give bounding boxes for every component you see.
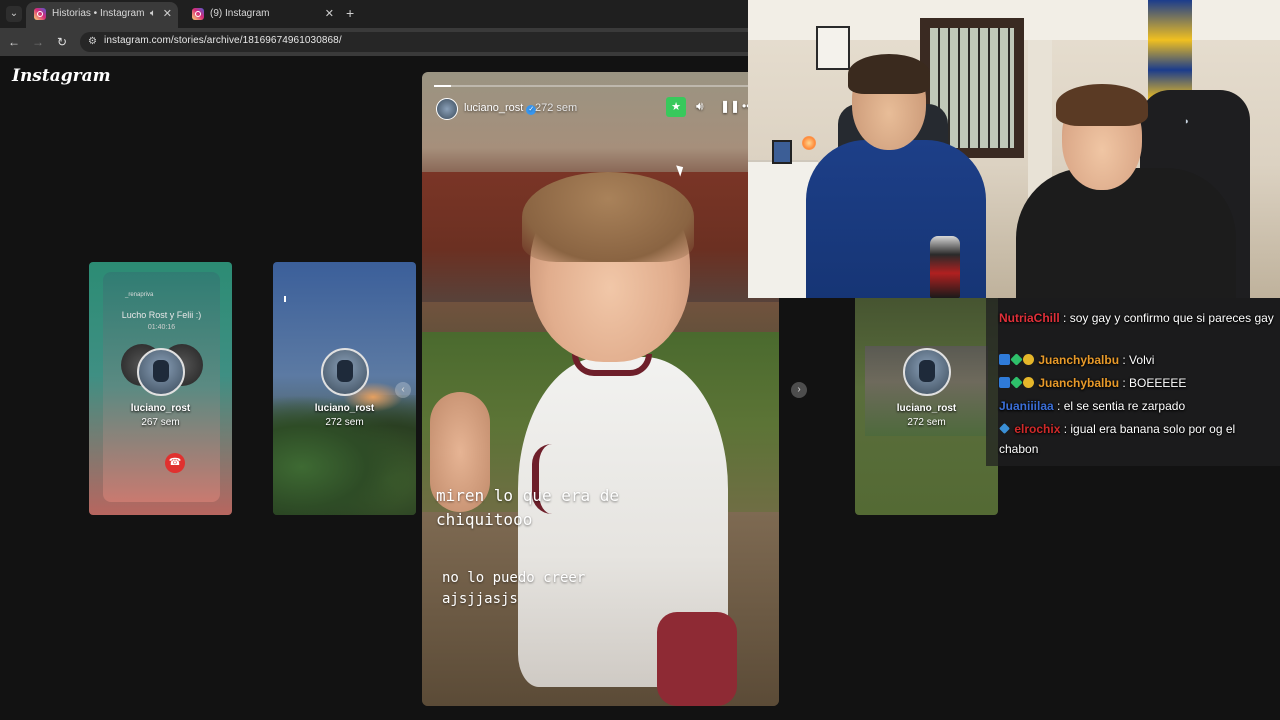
archived-story-card[interactable]: luciano_rost 272 sem xyxy=(855,262,998,515)
cam-person-right-shirt xyxy=(1016,168,1236,298)
cam-door-frame xyxy=(1028,40,1052,200)
tab-close-icon[interactable]: ✕ xyxy=(325,2,334,26)
story-photo-pants xyxy=(657,612,737,706)
chat-username: Juanchybalbu xyxy=(1038,353,1120,367)
moderator-badge-icon xyxy=(999,354,1010,365)
story-age: 272 sem xyxy=(907,417,946,428)
story-caption-secondary: no lo puedo creer ajsjjasjs xyxy=(442,570,586,607)
star-badge-icon xyxy=(1010,353,1023,366)
cam-bottle xyxy=(930,236,960,298)
story-avatar xyxy=(136,348,185,396)
cam-person-right-hair xyxy=(1056,84,1148,126)
story-photo-child-hair xyxy=(522,172,694,262)
chat-message: Juaniiilaa : el se sentia re zarpado xyxy=(999,399,1186,413)
chat-message: NutriaChill : soy gay y confirmo que si … xyxy=(999,311,1274,325)
moderator-badge-icon xyxy=(999,377,1010,388)
story-username: luciano_rost xyxy=(130,403,191,414)
call-top-label: _renapriva xyxy=(125,292,154,298)
url-text: instagram.com/stories/archive/1816967496… xyxy=(104,35,342,46)
story-username: luciano_rost xyxy=(314,403,375,414)
hangup-phone-icon: ☎ xyxy=(165,453,185,473)
new-tab-plus-icon[interactable]: + xyxy=(346,5,354,21)
tab-audio-icon[interactable]: 🔈︎ xyxy=(150,2,156,26)
story-avatar xyxy=(320,348,369,396)
story-progress-fill xyxy=(434,85,451,87)
call-duration: 01:40:16 xyxy=(147,324,176,331)
close-friends-star-icon[interactable]: ★ xyxy=(666,97,686,117)
screen: ⌄ Historias • Instagram 🔈︎ ✕ (9) Instagr… xyxy=(0,0,1280,720)
story-avatar xyxy=(902,348,951,396)
tab-title: Historias • Instagram xyxy=(52,8,145,19)
pause-icon[interactable]: ❚❚ xyxy=(720,99,740,113)
story-age: 272 sem xyxy=(325,417,364,428)
tab-instagram[interactable]: (9) Instagram ✕ xyxy=(184,2,340,28)
browser-tab-bar: ⌄ Historias • Instagram 🔈︎ ✕ (9) Instagr… xyxy=(0,0,748,28)
chat-text: el se sentia re zarpado xyxy=(1063,399,1186,413)
address-bar[interactable]: ⚙︎ instagram.com/stories/archive/1816967… xyxy=(80,32,748,52)
cube-badge-icon xyxy=(999,423,1010,434)
cam-picture-frame xyxy=(772,140,792,164)
pause-indicator-icon xyxy=(284,296,286,302)
stream-chat-overlay: NutriaChill : soy gay y confirmo que si … xyxy=(986,298,1280,466)
tab-close-icon[interactable]: ✕ xyxy=(163,2,172,26)
coin-badge-icon xyxy=(1023,377,1034,388)
cam-lamp xyxy=(802,136,816,150)
next-story-chevron-right-icon[interactable]: › xyxy=(791,382,807,398)
previous-story-chevron-left-icon[interactable]: ‹ xyxy=(395,382,411,398)
chat-text: soy gay y confirmo que si pareces gay xyxy=(1069,311,1274,325)
story-username-text: luciano_rost xyxy=(464,102,524,114)
tab-title: (9) Instagram xyxy=(210,8,270,19)
star-badge-icon xyxy=(1010,376,1023,389)
story-header-age: 272 sem xyxy=(535,102,578,114)
volume-speaker-icon[interactable]: 🔊︎ xyxy=(696,99,704,114)
chat-message: Juanchybalbu : BOEEEEE xyxy=(999,373,1277,393)
webcam-overlay: ◗ xyxy=(748,0,1280,298)
site-info-icon[interactable]: ⚙︎ xyxy=(88,36,97,47)
cam-person-left-hair xyxy=(848,54,930,94)
archived-story-card[interactable]: _renapriva Lucho Rost y Felii :) 01:40:1… xyxy=(89,262,232,515)
tab-historias-instagram[interactable]: Historias • Instagram 🔈︎ ✕ xyxy=(26,2,178,28)
story-header-username[interactable]: luciano_rost ✓ xyxy=(464,102,537,115)
coin-badge-icon xyxy=(1023,354,1034,365)
chat-username: NutriaChill xyxy=(999,311,1060,325)
forward-arrow-icon[interactable]: → xyxy=(30,34,46,50)
story-age: 267 sem xyxy=(141,417,180,428)
reload-icon[interactable]: ↻ xyxy=(54,34,70,50)
chat-text: BOEEEEE xyxy=(1129,376,1187,390)
chat-username: Juanchybalbu xyxy=(1038,376,1120,390)
chat-username: Juaniiilaa xyxy=(999,399,1054,413)
cam-flag-poster xyxy=(1148,0,1192,100)
story-header-avatar[interactable] xyxy=(436,98,458,120)
instagram-favicon-icon xyxy=(192,8,204,20)
chair-logo-icon: ◗ xyxy=(1184,116,1190,126)
chat-message: elrochix : igual era banana solo por og … xyxy=(999,422,1236,456)
instagram-logo[interactable]: Instagram xyxy=(12,66,111,86)
chat-username: elrochix xyxy=(1014,422,1061,436)
story-progress-bar xyxy=(434,85,767,87)
call-title: Lucho Rost y Felii :) xyxy=(121,310,202,320)
chat-message: Juanchybalbu : Volvi xyxy=(999,350,1277,370)
story-username: luciano_rost xyxy=(896,403,957,414)
browser-toolbar: ← → ↻ ⚙︎ instagram.com/stories/archive/1… xyxy=(0,28,748,56)
story-viewer[interactable]: luciano_rost✓ 272 sem ★ 🔊︎ ❚❚ ••• miren … xyxy=(422,72,779,706)
chat-text: Volvi xyxy=(1129,353,1155,367)
instagram-favicon-icon xyxy=(34,8,46,20)
back-arrow-icon[interactable]: ← xyxy=(6,34,22,50)
cam-wall-frame xyxy=(816,26,850,70)
tab-search-chevron-icon[interactable]: ⌄ xyxy=(6,6,22,22)
story-caption-main: miren lo que era de chiquitooo xyxy=(436,486,620,529)
